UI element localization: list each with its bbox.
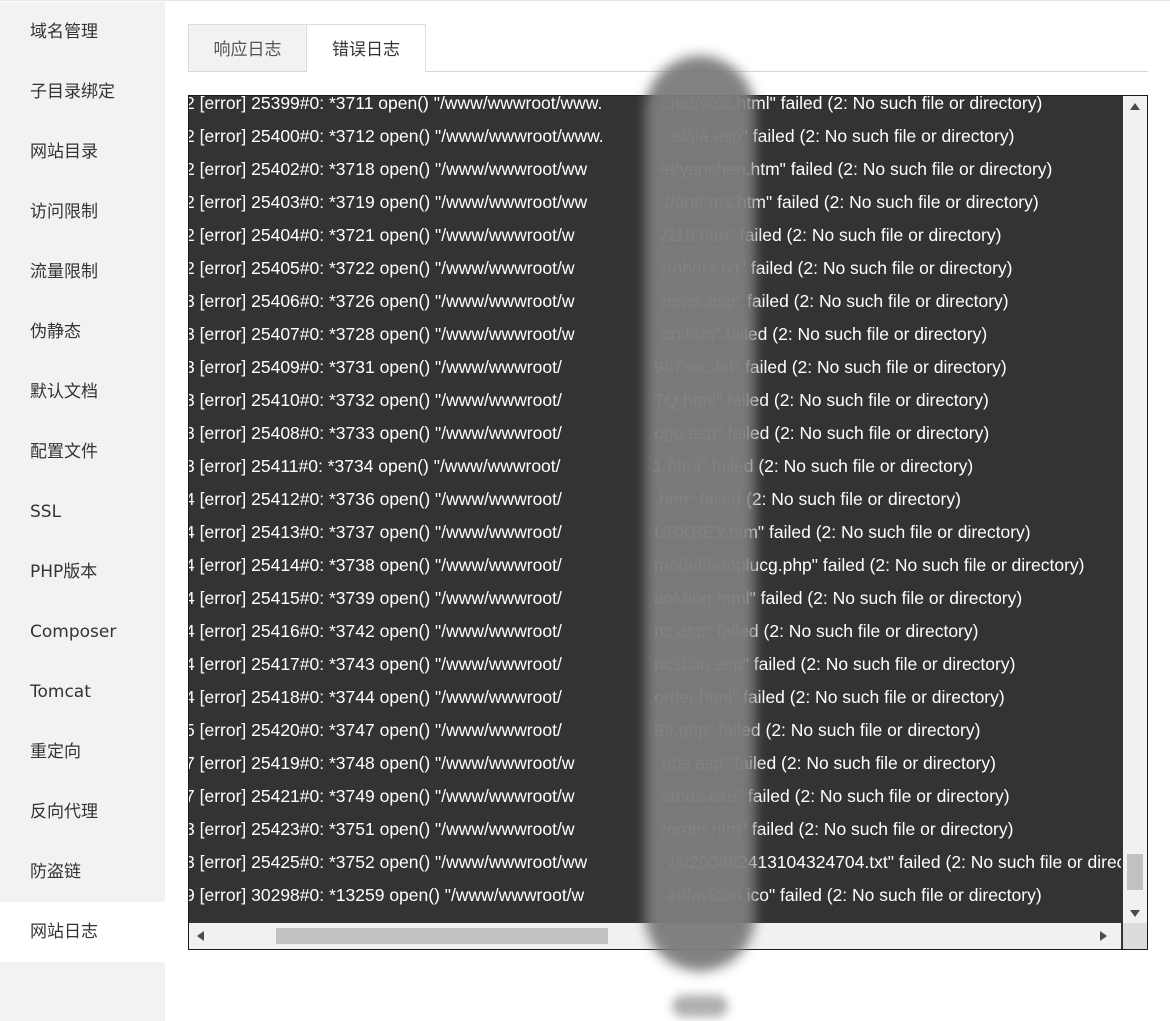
sidebar-item-site-directory[interactable]: 网站目录 bbox=[0, 122, 165, 182]
sidebar-item-redirect[interactable]: 重定向 bbox=[0, 722, 165, 782]
sidebar-item-default-document[interactable]: 默认文档 bbox=[0, 362, 165, 422]
sidebar-item-domain-management[interactable]: 域名管理 bbox=[0, 2, 165, 62]
scrollbar-corner bbox=[1123, 923, 1147, 949]
sidebar-item-php-version[interactable]: PHP版本 bbox=[0, 542, 165, 602]
scroll-right-arrow-icon[interactable] bbox=[1100, 931, 1107, 941]
redaction-blur-tail bbox=[672, 995, 728, 1017]
sidebar-item-hotlink-protection[interactable]: 防盗链 bbox=[0, 842, 165, 902]
sidebar-item-config-file[interactable]: 配置文件 bbox=[0, 422, 165, 482]
vertical-scroll-thumb[interactable] bbox=[1127, 854, 1143, 890]
sidebar-item-tomcat[interactable]: Tomcat bbox=[0, 662, 165, 722]
sidebar-item-rewrite[interactable]: 伪静态 bbox=[0, 302, 165, 362]
sidebar: 域名管理 子目录绑定 网站目录 访问限制 流量限制 伪静态 默认文档 配置文件 … bbox=[0, 2, 165, 1021]
vertical-scrollbar[interactable] bbox=[1123, 96, 1147, 924]
sidebar-item-ssl[interactable]: SSL bbox=[0, 482, 165, 542]
sidebar-item-traffic-limit[interactable]: 流量限制 bbox=[0, 242, 165, 302]
sidebar-item-reverse-proxy[interactable]: 反向代理 bbox=[0, 782, 165, 842]
sidebar-item-subdirectory-binding[interactable]: 子目录绑定 bbox=[0, 62, 165, 122]
sidebar-item-site-logs[interactable]: 网站日志 bbox=[0, 902, 165, 962]
sidebar-item-composer[interactable]: Composer bbox=[0, 602, 165, 662]
sidebar-item-access-restriction[interactable]: 访问限制 bbox=[0, 182, 165, 242]
redaction-blur bbox=[645, 56, 755, 971]
tab-response-log[interactable]: 响应日志 bbox=[188, 24, 307, 71]
scroll-up-arrow-icon[interactable] bbox=[1130, 103, 1140, 110]
top-divider bbox=[0, 0, 1170, 1]
tab-error-log[interactable]: 错误日志 bbox=[306, 24, 426, 72]
horizontal-scroll-thumb[interactable] bbox=[276, 928, 608, 944]
scroll-down-arrow-icon[interactable] bbox=[1130, 910, 1140, 917]
scroll-left-arrow-icon[interactable] bbox=[197, 931, 204, 941]
